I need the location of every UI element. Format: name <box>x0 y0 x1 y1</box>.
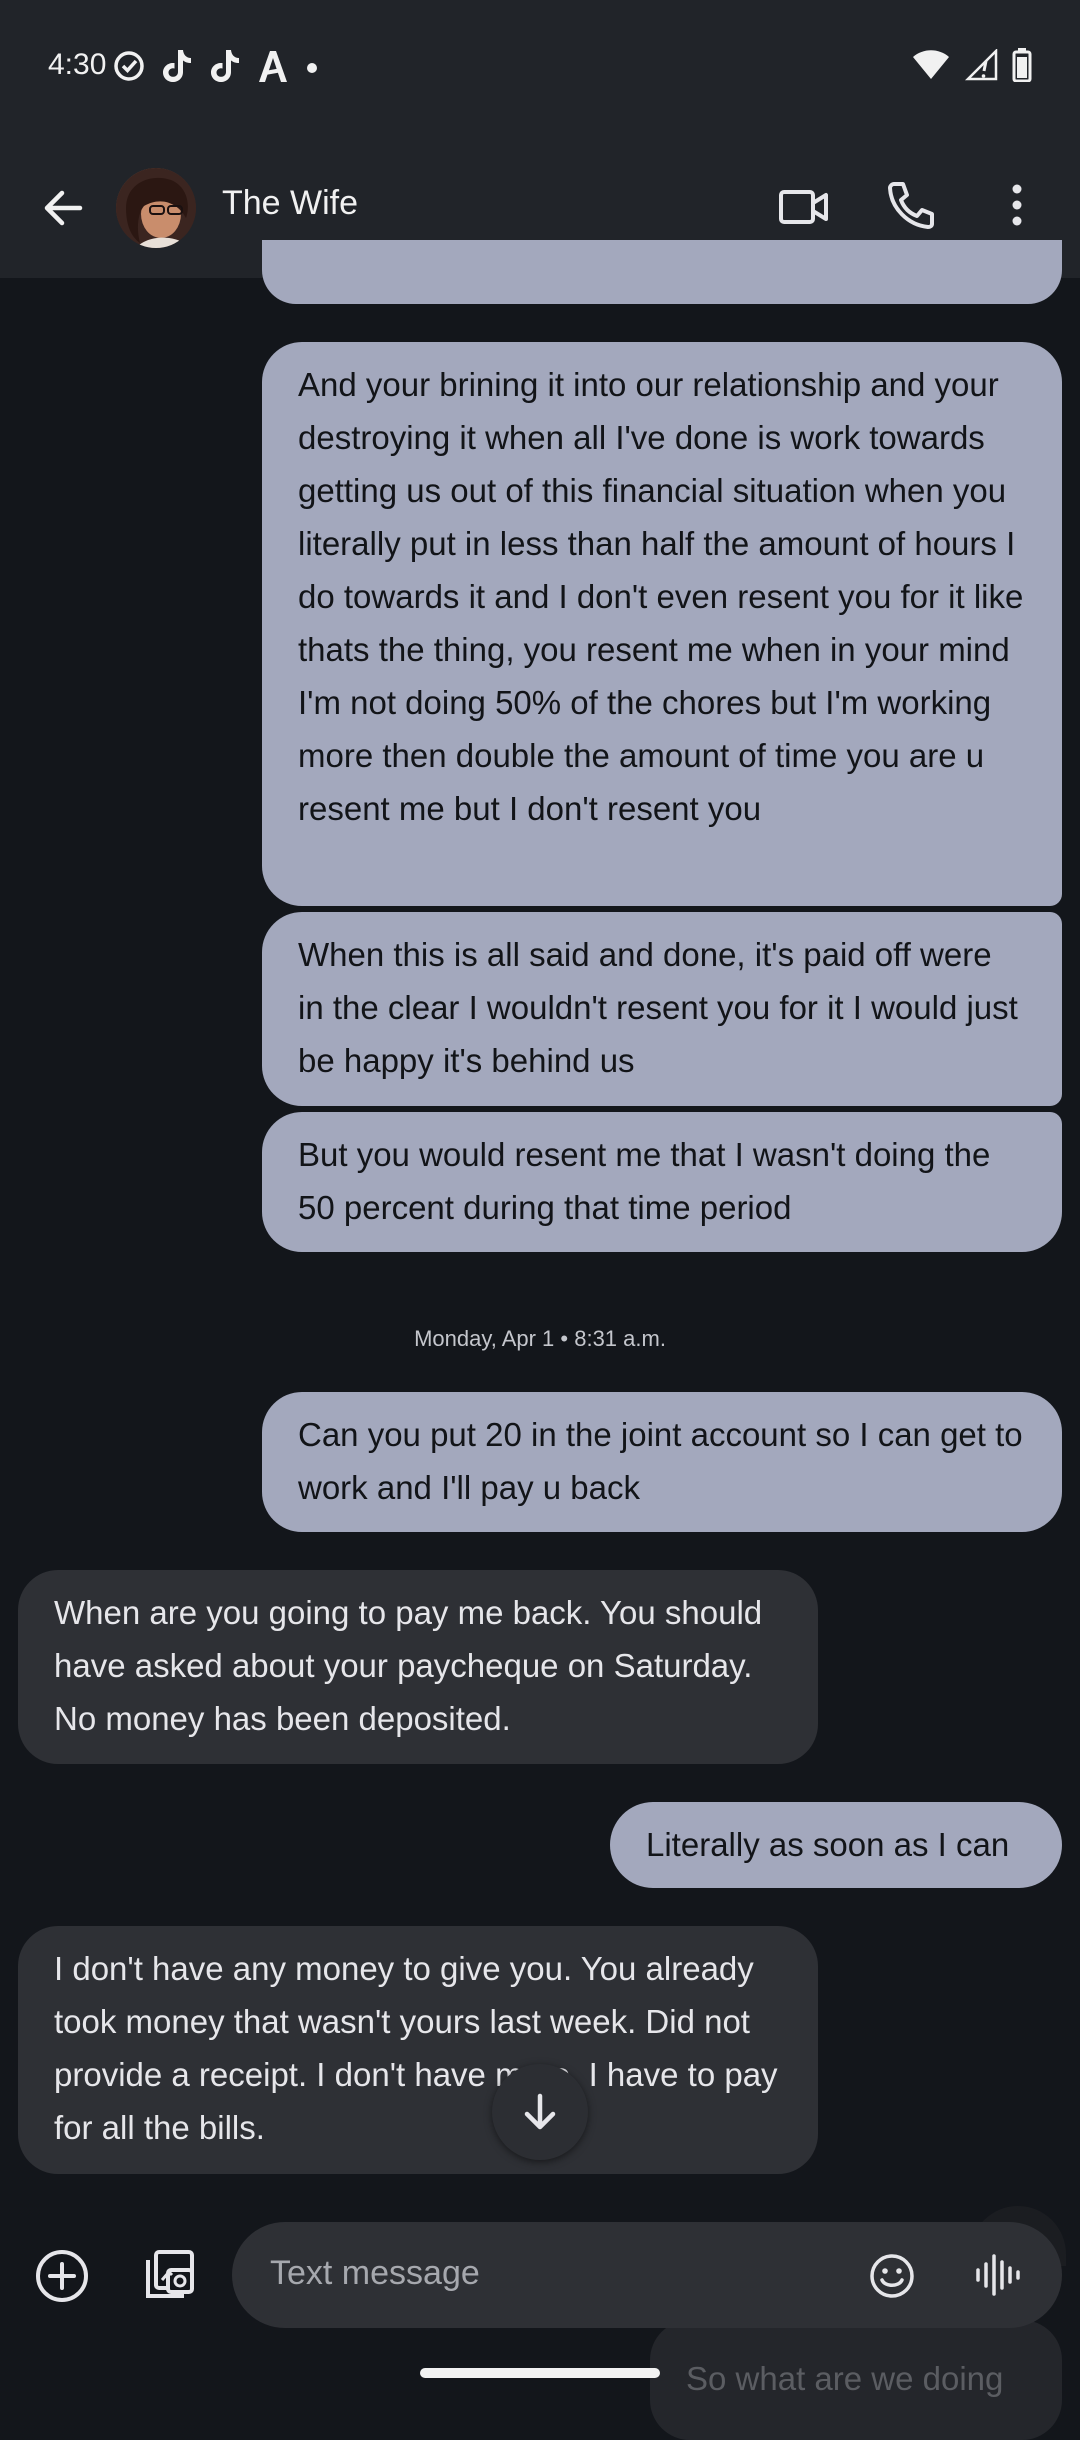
message-bubble-sent: So what are we doing <box>650 2320 1062 2440</box>
dot-icon <box>304 48 320 93</box>
message-text: I don't have any money to give you. You … <box>54 1950 778 2146</box>
more-vert-icon[interactable] <box>1000 180 1034 230</box>
gallery-icon[interactable] <box>140 2246 198 2304</box>
message-text: But you would resent me that I wasn't do… <box>298 1136 991 1226</box>
message-text: So what are we doing <box>686 2360 1004 2397</box>
home-indicator[interactable] <box>420 2368 660 2378</box>
a-logo-icon <box>256 48 290 93</box>
message-input[interactable]: Text message <box>232 2222 1062 2328</box>
battery-icon <box>1012 48 1032 87</box>
message-text: And your brining it into our relationshi… <box>298 366 1024 827</box>
phone-icon[interactable] <box>886 180 936 230</box>
voice-message-icon[interactable] <box>974 2250 1022 2300</box>
avatar[interactable] <box>116 168 196 248</box>
message-bubble-sent[interactable]: But you would resent me that I wasn't do… <box>262 1112 1062 1252</box>
emoji-icon[interactable] <box>868 2252 916 2300</box>
message-input-placeholder: Text message <box>270 2254 480 2292</box>
message-text: Can you put 20 in the joint account so I… <box>298 1416 1023 1506</box>
video-call-icon[interactable] <box>778 184 830 230</box>
check-circle-icon <box>112 49 146 92</box>
message-bubble-sent[interactable]: Literally as soon as I can <box>610 1802 1062 1888</box>
add-circle-icon[interactable] <box>34 2248 90 2304</box>
status-time: 4:30 <box>48 48 107 81</box>
signal-icon <box>964 47 998 86</box>
tiktok-icon <box>208 48 242 93</box>
message-text: Literally as soon as I can <box>646 1826 1010 1863</box>
tiktok-icon <box>160 48 194 93</box>
message-bubble-sent[interactable]: Can you put 20 in the joint account so I… <box>262 1392 1062 1532</box>
message-bubble-sent[interactable]: When this is all said and done, it's pai… <box>262 912 1062 1106</box>
arrow-down-icon <box>524 2093 556 2130</box>
wifi-icon <box>912 49 950 86</box>
message-bubble-sent[interactable] <box>262 240 1062 304</box>
message-text: When are you going to pay me back. You s… <box>54 1594 763 1737</box>
back-arrow-icon[interactable] <box>38 183 88 233</box>
message-bubble-received[interactable]: When are you going to pay me back. You s… <box>18 1570 818 1764</box>
scroll-to-bottom-button[interactable] <box>492 2064 588 2160</box>
status-bar: 4:30 <box>0 0 1080 138</box>
contact-name[interactable]: The Wife <box>222 184 358 223</box>
message-text: When this is all said and done, it's pai… <box>298 936 1018 1079</box>
message-timestamp: Monday, Apr 1 • 8:31 a.m. <box>414 1326 666 1351</box>
message-bubble-sent[interactable]: And your brining it into our relationshi… <box>262 342 1062 906</box>
message-bubble-received[interactable]: I don't have any money to give you. You … <box>18 1926 818 2174</box>
